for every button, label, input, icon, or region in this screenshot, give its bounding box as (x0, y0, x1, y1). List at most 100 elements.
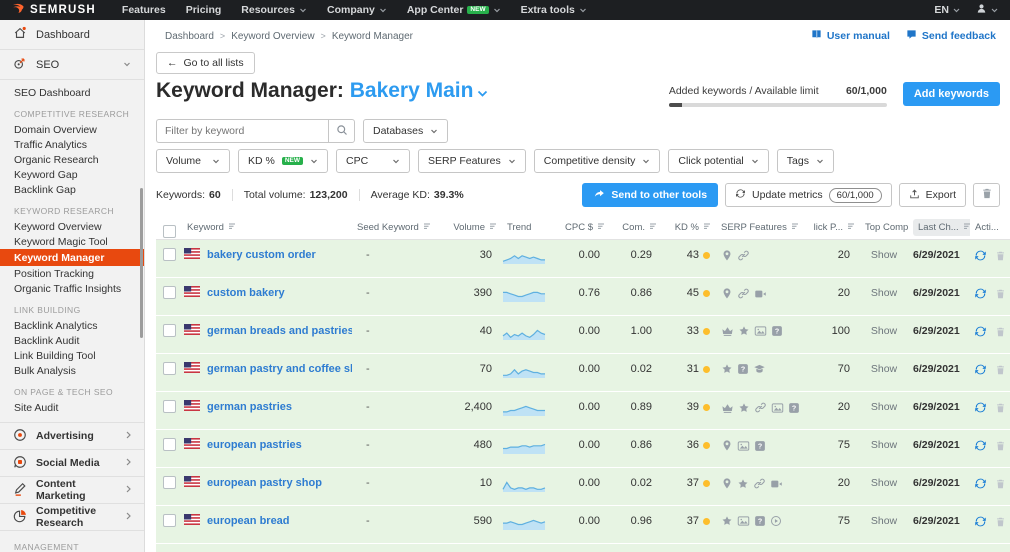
delete-keyword-icon[interactable] (995, 250, 1006, 262)
refresh-keyword-icon[interactable] (974, 287, 987, 300)
refresh-keyword-icon[interactable] (974, 249, 987, 262)
sidebar-item-organic-research[interactable]: Organic Research (0, 152, 144, 167)
keyword-link[interactable]: european pastry shop (207, 477, 322, 489)
delete-keyword-icon[interactable] (995, 288, 1006, 300)
sidebar-group-advertising[interactable]: Advertising (0, 423, 144, 450)
filter-dropdown-competitive-density[interactable]: Competitive density (534, 149, 661, 173)
sidebar-item-organic-traffic-insights[interactable]: Organic Traffic Insights (0, 281, 144, 296)
keyword-link[interactable]: german pastry and coffee shop (207, 363, 352, 375)
sidebar-item-dashboard[interactable]: Dashboard (0, 20, 144, 50)
sidebar-group-content-marketing[interactable]: Content Marketing (0, 477, 144, 504)
filter-dropdown-cpc[interactable]: CPC (336, 149, 410, 173)
sort-icon[interactable] (963, 222, 970, 233)
send-to-other-tools-button[interactable]: Send to other tools (582, 183, 718, 207)
show-competitors-link[interactable]: Show (871, 515, 897, 527)
row-checkbox[interactable] (163, 438, 176, 451)
column-header-kd[interactable]: KD % (662, 222, 716, 233)
delete-list-button[interactable] (973, 183, 1000, 207)
nav-item-app-center[interactable]: App Centernew (407, 4, 501, 16)
sidebar-item-keyword-manager[interactable]: Keyword Manager (0, 249, 144, 266)
filter-dropdown-kd[interactable]: KD %new (238, 149, 328, 173)
delete-keyword-icon[interactable] (995, 440, 1006, 452)
sort-icon[interactable] (847, 222, 855, 233)
show-competitors-link[interactable]: Show (871, 287, 897, 299)
sort-icon[interactable] (597, 222, 605, 233)
column-header-volume[interactable]: Volume (436, 222, 502, 233)
row-checkbox[interactable] (163, 476, 176, 489)
nav-item-company[interactable]: Company (327, 4, 387, 16)
filter-dropdown-tags[interactable]: Tags (777, 149, 834, 173)
nav-item-features[interactable]: Features (122, 4, 166, 16)
show-competitors-link[interactable]: Show (871, 439, 897, 451)
filter-keyword-input[interactable] (156, 119, 328, 143)
sidebar-item-backlink-audit[interactable]: Backlink Audit (0, 333, 144, 348)
sort-icon[interactable] (703, 222, 711, 233)
keyword-link[interactable]: european bread (207, 515, 290, 527)
refresh-keyword-icon[interactable] (974, 439, 987, 452)
nav-item-extra-tools[interactable]: Extra tools (521, 4, 587, 16)
row-checkbox[interactable] (163, 324, 176, 337)
show-competitors-link[interactable]: Show (871, 249, 897, 261)
row-checkbox[interactable] (163, 248, 176, 261)
semrush-logo[interactable]: SEMRUSH (12, 2, 96, 18)
send-feedback-link[interactable]: Send feedback (906, 29, 996, 43)
sidebar-item-seo[interactable]: SEO (0, 50, 144, 80)
add-keywords-button[interactable]: Add keywords (903, 82, 1000, 106)
sidebar-item-domain-overview[interactable]: Domain Overview (0, 122, 144, 137)
filter-dropdown-click-potential[interactable]: Click potential (668, 149, 768, 173)
breadcrumb-keyword-overview[interactable]: Keyword Overview (231, 31, 314, 42)
keyword-link[interactable]: european pastries (207, 439, 302, 451)
sort-icon[interactable] (791, 222, 799, 233)
column-header-trend[interactable]: Trend (502, 222, 556, 233)
chevron-down-icon[interactable] (477, 79, 488, 102)
show-competitors-link[interactable]: Show (871, 363, 897, 375)
keyword-link[interactable]: german breads and pastries (207, 325, 352, 337)
sort-icon[interactable] (489, 222, 497, 233)
nav-item-resources[interactable]: Resources (241, 4, 307, 16)
sidebar-item-site-audit[interactable]: Site Audit (0, 400, 144, 415)
filter-dropdown-volume[interactable]: Volume (156, 149, 230, 173)
update-metrics-button[interactable]: Update metrics 60/1,000 (725, 183, 892, 207)
delete-keyword-icon[interactable] (995, 516, 1006, 528)
sidebar-item-seo-dashboard[interactable]: SEO Dashboard (0, 85, 144, 100)
row-checkbox[interactable] (163, 286, 176, 299)
breadcrumb-keyword-manager[interactable]: Keyword Manager (332, 31, 413, 42)
column-header-acti[interactable]: Acti... (970, 222, 1010, 233)
refresh-keyword-icon[interactable] (974, 401, 987, 414)
column-header-last-ch[interactable]: Last Ch... (908, 219, 970, 236)
search-button[interactable] (328, 119, 355, 143)
list-selector[interactable]: Bakery Main (350, 79, 474, 102)
sidebar-item-bulk-analysis[interactable]: Bulk Analysis (0, 363, 144, 378)
language-selector[interactable]: EN (934, 4, 960, 16)
delete-keyword-icon[interactable] (995, 402, 1006, 414)
refresh-keyword-icon[interactable] (974, 515, 987, 528)
sidebar-group-social-media[interactable]: Social Media (0, 450, 144, 477)
keyword-link[interactable]: german pastries (207, 401, 292, 413)
delete-keyword-icon[interactable] (995, 326, 1006, 338)
row-checkbox[interactable] (163, 514, 176, 527)
sort-icon[interactable] (228, 222, 236, 233)
export-button[interactable]: Export (899, 183, 966, 207)
keyword-link[interactable]: custom bakery (207, 287, 285, 299)
sidebar-item-backlink-analytics[interactable]: Backlink Analytics (0, 318, 144, 333)
keyword-link[interactable]: bakery custom order (207, 249, 316, 261)
delete-keyword-icon[interactable] (995, 364, 1006, 376)
go-to-all-lists-button[interactable]: ← Go to all lists (156, 52, 255, 74)
column-header-serp-features[interactable]: SERP Features (716, 222, 814, 233)
show-competitors-link[interactable]: Show (871, 477, 897, 489)
sidebar-item-keyword-gap[interactable]: Keyword Gap (0, 167, 144, 182)
refresh-keyword-icon[interactable] (974, 325, 987, 338)
column-header-seed-keyword[interactable]: Seed Keyword (352, 222, 436, 233)
refresh-keyword-icon[interactable] (974, 477, 987, 490)
column-header-click-p[interactable]: Click P... (814, 222, 860, 233)
sidebar-item-link-building-tool[interactable]: Link Building Tool (0, 348, 144, 363)
row-checkbox[interactable] (163, 400, 176, 413)
user-menu[interactable] (976, 3, 998, 17)
sidebar-item-keyword-magic-tool[interactable]: Keyword Magic Tool (0, 234, 144, 249)
sidebar-item-traffic-analytics[interactable]: Traffic Analytics (0, 137, 144, 152)
breadcrumb-dashboard[interactable]: Dashboard (165, 31, 214, 42)
databases-dropdown[interactable]: Databases (363, 119, 448, 143)
row-checkbox[interactable] (163, 362, 176, 375)
user-manual-link[interactable]: User manual (811, 29, 890, 43)
nav-item-pricing[interactable]: Pricing (186, 4, 222, 16)
